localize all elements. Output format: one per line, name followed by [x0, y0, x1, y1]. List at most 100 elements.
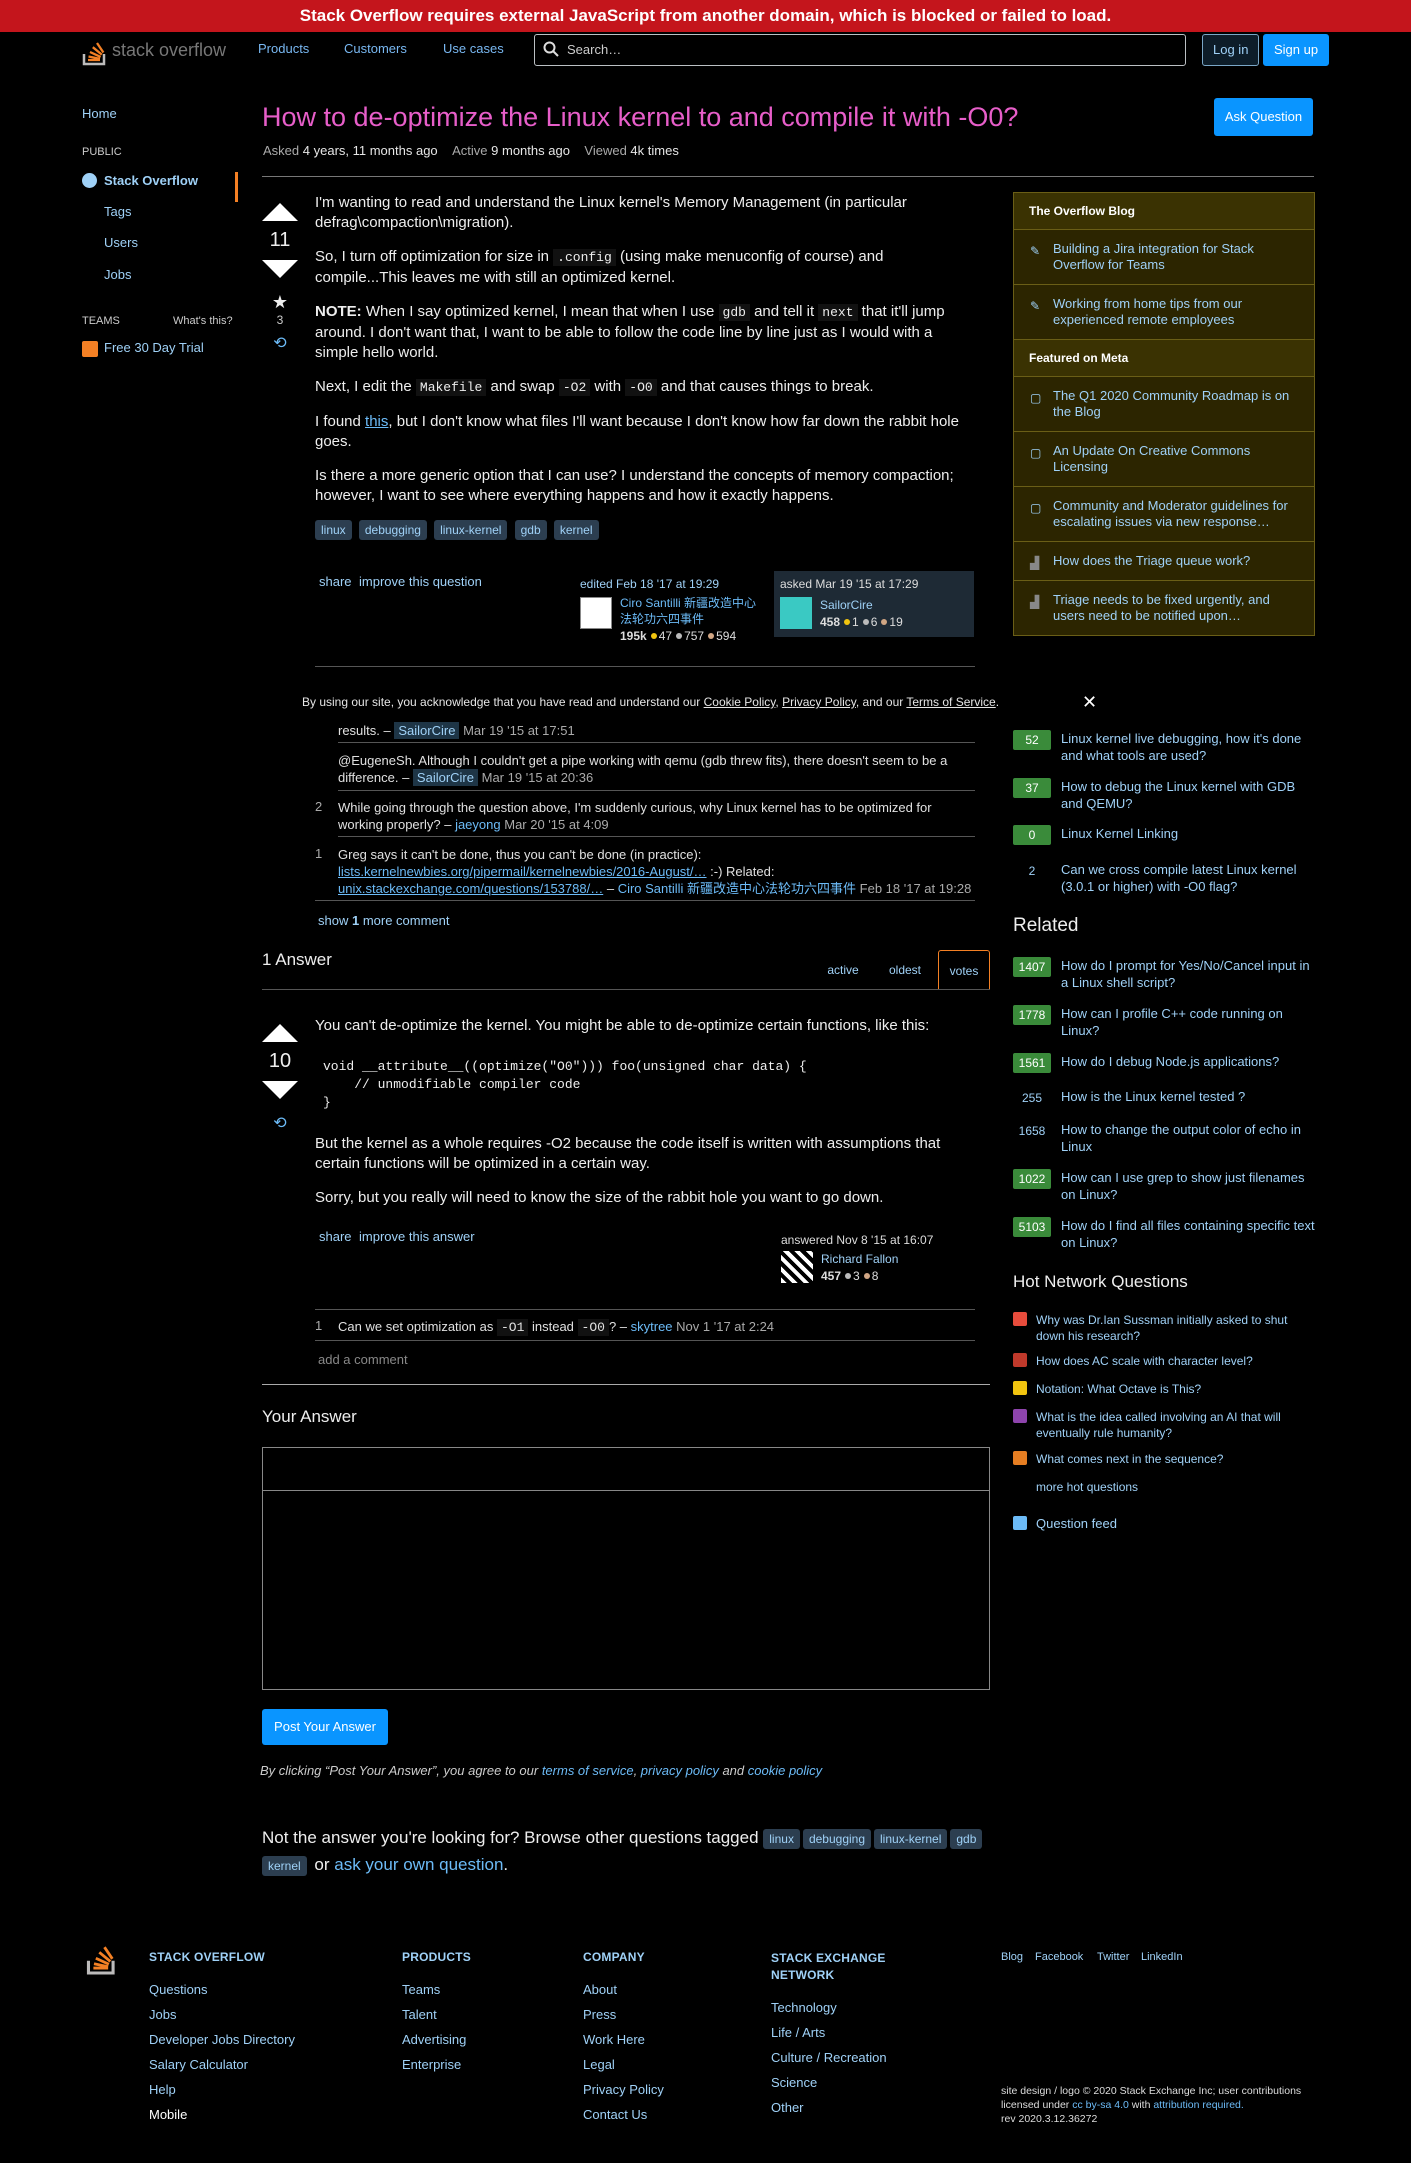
share-link[interactable]: share: [319, 574, 352, 589]
related-item[interactable]: 1658 How to change the output color of ec…: [1013, 1121, 1318, 1161]
improve-answer-link[interactable]: improve this answer: [359, 1229, 475, 1244]
question-title[interactable]: How to de-optimize the Linux kernel to a…: [262, 100, 1042, 134]
hot-question[interactable]: Notation: What Octave is This?: [1013, 1381, 1318, 1399]
add-comment-link[interactable]: add a comment: [318, 1352, 408, 1367]
search-input[interactable]: Search…: [534, 34, 1186, 66]
related-item[interactable]: 255 How is the Linux kernel tested ?: [1013, 1088, 1318, 1110]
asker-name[interactable]: SailorCire: [820, 598, 873, 612]
editor-toolbar[interactable]: [263, 1448, 989, 1491]
this-link[interactable]: this: [365, 413, 388, 430]
related-item[interactable]: 1561 How do I debug Node.js applications?: [1013, 1053, 1318, 1075]
improve-question-link[interactable]: improve this question: [359, 574, 482, 589]
meta-item[interactable]: ▢ Community and Moderator guidelines for …: [1014, 487, 1314, 542]
free-trial-link[interactable]: Free 30 Day Trial: [82, 340, 204, 357]
nav-use-cases[interactable]: Use cases: [443, 41, 504, 56]
comment-link[interactable]: lists.kernelnewbies.org/pipermail/kernel…: [338, 864, 707, 879]
footer-heading[interactable]: STACK EXCHANGE NETWORK: [771, 1950, 911, 1984]
tag-kernel[interactable]: kernel: [553, 520, 599, 540]
tab-votes[interactable]: votes: [938, 950, 990, 990]
footer-heading[interactable]: STACK OVERFLOW: [149, 1950, 265, 1964]
post-answer-button[interactable]: Post Your Answer: [262, 1709, 388, 1745]
blog-item[interactable]: ✎ Working from home tips from our experie…: [1014, 285, 1314, 340]
show-more-comments-link[interactable]: show 1 more comment: [318, 913, 450, 928]
tag-linux[interactable]: linux: [763, 1829, 800, 1849]
license-link[interactable]: cc by-sa 4.0: [1072, 2099, 1129, 2111]
footer-social-link[interactable]: LinkedIn: [1141, 1951, 1183, 1963]
meta-item[interactable]: ▢ The Q1 2020 Community Roadmap is on the…: [1014, 377, 1314, 432]
terms-link[interactable]: Terms of Service: [906, 695, 995, 709]
footer-link[interactable]: Legal: [583, 2057, 615, 2072]
nav-customers[interactable]: Customers: [344, 41, 407, 56]
footer-link[interactable]: Science: [771, 2075, 817, 2090]
tos-link[interactable]: terms of service: [542, 1763, 634, 1778]
footer-link[interactable]: Advertising: [402, 2032, 466, 2047]
editor-name[interactable]: Ciro Santilli 新疆改造中心法轮功六四事件: [620, 595, 765, 627]
avatar[interactable]: [781, 1251, 813, 1283]
footer-heading[interactable]: COMPANY: [583, 1950, 645, 1964]
footer-heading[interactable]: PRODUCTS: [402, 1950, 471, 1964]
avatar[interactable]: [580, 597, 612, 629]
footer-link[interactable]: Mobile: [149, 2107, 187, 2122]
sidebar-item-jobs[interactable]: Jobs: [104, 267, 131, 282]
footer-link[interactable]: About: [583, 1982, 617, 1997]
history-icon[interactable]: ⟲: [253, 1113, 307, 1133]
privacy-link[interactable]: privacy policy: [641, 1763, 719, 1778]
question-feed-link[interactable]: Question feed: [1013, 1516, 1318, 1534]
upvote-arrow-icon[interactable]: [262, 1024, 298, 1042]
more-hot-questions-link[interactable]: more hot questions: [1036, 1479, 1341, 1495]
footer-link[interactable]: Developer Jobs Directory: [149, 2032, 295, 2047]
linked-item[interactable]: 2 Can we cross compile latest Linux kerne…: [1013, 861, 1318, 901]
answer-editor[interactable]: [262, 1447, 990, 1690]
comment-user[interactable]: jaeyong: [455, 817, 501, 832]
footer-link[interactable]: Other: [771, 2100, 804, 2115]
favorite-star-icon[interactable]: ★: [253, 292, 307, 313]
footer-link[interactable]: Help: [149, 2082, 176, 2097]
ask-own-question-link[interactable]: ask your own question: [334, 1855, 503, 1874]
footer-link[interactable]: Jobs: [149, 2007, 176, 2022]
tag-linux-kernel[interactable]: linux-kernel: [434, 520, 508, 540]
footer-link[interactable]: Technology: [771, 2000, 837, 2015]
footer-social-link[interactable]: Facebook: [1035, 1951, 1083, 1963]
login-button[interactable]: Log in: [1202, 34, 1260, 66]
footer-link[interactable]: Salary Calculator: [149, 2057, 248, 2072]
stackoverflow-logo[interactable]: stack overflow: [82, 36, 232, 66]
comment-user[interactable]: skytree: [631, 1319, 673, 1334]
footer-link[interactable]: Privacy Policy: [583, 2082, 664, 2097]
related-item[interactable]: 1022 How can I use grep to show just file…: [1013, 1169, 1318, 1209]
tag-debugging[interactable]: debugging: [802, 1829, 872, 1849]
footer-social-link[interactable]: Blog: [1001, 1951, 1023, 1963]
tag-linux-kernel[interactable]: linux-kernel: [874, 1829, 948, 1849]
downvote-arrow-icon[interactable]: [262, 260, 298, 278]
comment-user[interactable]: SailorCire: [394, 722, 460, 739]
signup-button[interactable]: Sign up: [1263, 34, 1330, 66]
footer-link[interactable]: Teams: [402, 1982, 440, 1997]
sidebar-item-tags[interactable]: Tags: [104, 204, 131, 219]
hot-question[interactable]: Why was Dr.Ian Sussman initially asked t…: [1013, 1312, 1318, 1346]
linked-item[interactable]: 0 Linux Kernel Linking: [1013, 825, 1318, 847]
whats-this-link[interactable]: What's this?: [173, 315, 233, 327]
tag-gdb[interactable]: gdb: [950, 1829, 983, 1849]
footer-link[interactable]: Contact Us: [583, 2107, 647, 2122]
upvote-arrow-icon[interactable]: [262, 203, 298, 221]
meta-item[interactable]: ▟ Triage needs to be fixed urgently, and …: [1014, 581, 1314, 635]
hot-question[interactable]: What comes next in the sequence?: [1013, 1451, 1318, 1469]
related-item[interactable]: 5103 How do I find all files containing s…: [1013, 1217, 1318, 1257]
hot-question[interactable]: How does AC scale with character level?: [1013, 1353, 1318, 1371]
footer-link[interactable]: Questions: [149, 1982, 208, 1997]
comment-link[interactable]: unix.stackexchange.com/questions/153788/…: [338, 881, 603, 896]
sidebar-item-stackoverflow[interactable]: Stack Overflow: [82, 172, 238, 202]
footer-social-link[interactable]: Twitter: [1097, 1951, 1129, 1963]
footer-link[interactable]: Work Here: [583, 2032, 645, 2047]
active-value[interactable]: 9 months ago: [491, 143, 570, 158]
blog-item[interactable]: ✎ Building a Jira integration for Stack O…: [1014, 230, 1314, 285]
footer-link[interactable]: Life / Arts: [771, 2025, 825, 2040]
answerer-name[interactable]: Richard Fallon: [821, 1252, 898, 1266]
avatar[interactable]: [780, 597, 812, 629]
footer-logo-icon[interactable]: [86, 1938, 118, 1976]
sidebar-item-users[interactable]: Users: [104, 235, 138, 250]
close-icon[interactable]: ✕: [1082, 688, 1097, 716]
related-item[interactable]: 1778 How can I profile C++ code running o…: [1013, 1005, 1318, 1045]
tab-active[interactable]: active: [812, 950, 874, 990]
footer-link[interactable]: Press: [583, 2007, 616, 2022]
tag-linux[interactable]: linux: [315, 520, 352, 540]
